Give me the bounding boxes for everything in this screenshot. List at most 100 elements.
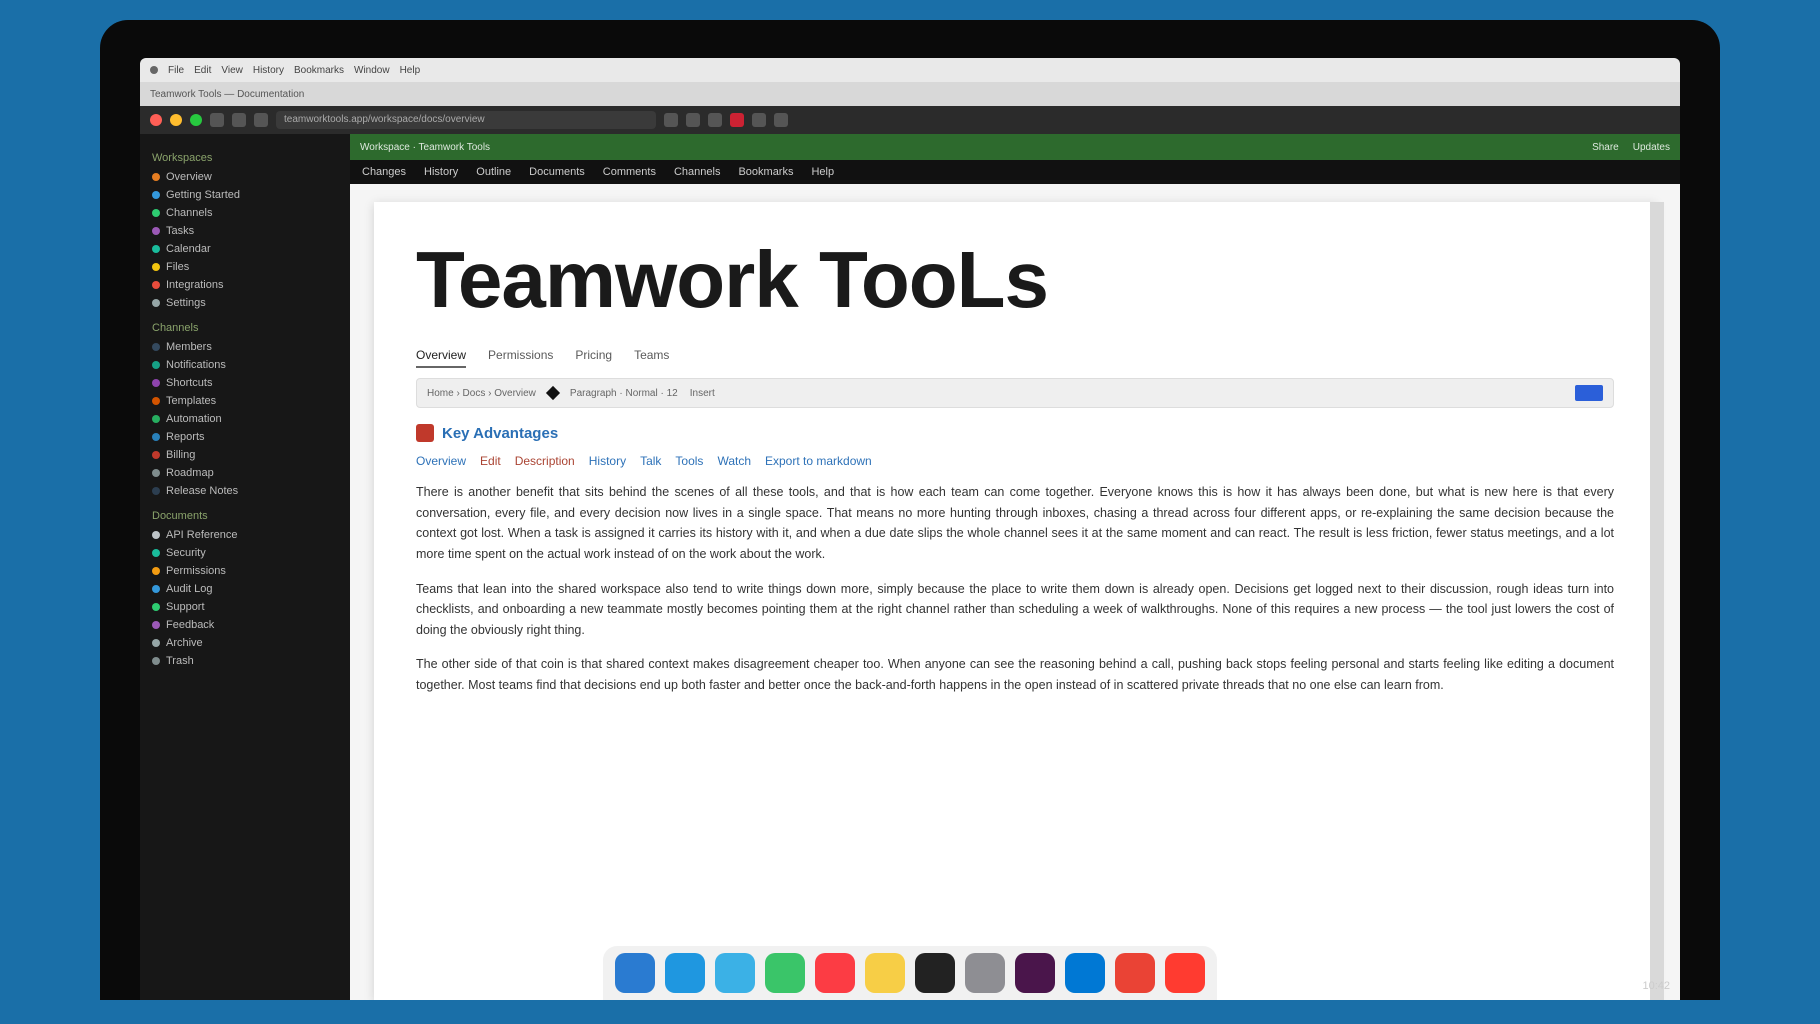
menu-history[interactable]: History: [424, 166, 458, 178]
sidebar-item[interactable]: Shortcuts: [146, 374, 344, 392]
link-description[interactable]: Description: [515, 454, 575, 468]
sidebar-item-label: Feedback: [166, 619, 214, 631]
sidebar-item[interactable]: Notifications: [146, 356, 344, 374]
sidebar-bullet-icon: [152, 361, 160, 369]
sidebar-item-label: Release Notes: [166, 485, 238, 497]
os-menu-item[interactable]: Window: [354, 65, 390, 76]
os-menu-item[interactable]: Bookmarks: [294, 65, 344, 76]
link-talk[interactable]: Talk: [640, 454, 661, 468]
page-title: Teamwork TooLs: [416, 234, 1614, 326]
subtab-permissions[interactable]: Permissions: [488, 348, 553, 368]
format-selector[interactable]: Paragraph · Normal · 12: [570, 388, 678, 399]
os-menu-item[interactable]: Help: [400, 65, 421, 76]
menu-icon[interactable]: [774, 113, 788, 127]
menu-help[interactable]: Help: [811, 166, 834, 178]
apple-menu-icon[interactable]: [150, 66, 158, 74]
sidebar-item[interactable]: Templates: [146, 392, 344, 410]
download-icon[interactable]: [708, 113, 722, 127]
sidebar-item[interactable]: Automation: [146, 410, 344, 428]
menu-bookmarks[interactable]: Bookmarks: [738, 166, 793, 178]
os-menu-item[interactable]: File: [168, 65, 184, 76]
link-tools[interactable]: Tools: [675, 454, 703, 468]
menu-outline[interactable]: Outline: [476, 166, 511, 178]
sidebar-item-label: Billing: [166, 449, 195, 461]
diamond-icon: [546, 386, 560, 400]
dock-app-messages[interactable]: [765, 953, 805, 993]
window-close-icon[interactable]: [150, 114, 162, 126]
sidebar-item[interactable]: Archive: [146, 634, 344, 652]
breadcrumb[interactable]: Home › Docs › Overview: [427, 388, 536, 399]
sidebar-item[interactable]: API Reference: [146, 526, 344, 544]
sidebar-item[interactable]: Security: [146, 544, 344, 562]
sidebar-item-label: Getting Started: [166, 189, 240, 201]
share-button[interactable]: Share: [1592, 142, 1619, 153]
sidebar-item[interactable]: Channels: [146, 204, 344, 222]
sidebar-item[interactable]: Members: [146, 338, 344, 356]
primary-action-button[interactable]: [1575, 385, 1603, 401]
os-menu-item[interactable]: Edit: [194, 65, 211, 76]
sidebar-item[interactable]: Getting Started: [146, 186, 344, 204]
insert-button[interactable]: Insert: [690, 388, 715, 399]
sidebar-item[interactable]: Audit Log: [146, 580, 344, 598]
address-bar[interactable]: teamworktools.app/workspace/docs/overvie…: [276, 111, 656, 129]
sidebar-item[interactable]: Feedback: [146, 616, 344, 634]
sidebar-item[interactable]: Trash: [146, 652, 344, 670]
forward-icon[interactable]: [232, 113, 246, 127]
menu-documents[interactable]: Documents: [529, 166, 585, 178]
dock-app-terminal[interactable]: [915, 953, 955, 993]
subtab-teams[interactable]: Teams: [634, 348, 669, 368]
sidebar-bullet-icon: [152, 209, 160, 217]
section-heading: Key Advantages: [416, 424, 1614, 442]
link-edit[interactable]: Edit: [480, 454, 501, 468]
sidebar-group-title: Workspaces: [146, 148, 344, 168]
sidebar-item-label: Channels: [166, 207, 212, 219]
scrollbar[interactable]: [1650, 202, 1664, 1000]
browser-tab[interactable]: Teamwork Tools — Documentation: [150, 89, 304, 100]
sidebar-item[interactable]: Overview: [146, 168, 344, 186]
back-icon[interactable]: [210, 113, 224, 127]
dock-app-finder[interactable]: [615, 953, 655, 993]
link-watch[interactable]: Watch: [717, 454, 751, 468]
sidebar-item[interactable]: Release Notes: [146, 482, 344, 500]
sidebar-item[interactable]: Billing: [146, 446, 344, 464]
dock-app-safari[interactable]: [665, 953, 705, 993]
sidebar-item[interactable]: Roadmap: [146, 464, 344, 482]
sidebar-item[interactable]: Tasks: [146, 222, 344, 240]
profile-icon[interactable]: [752, 113, 766, 127]
dock-app-slack[interactable]: [1015, 953, 1055, 993]
dock-app-vscode[interactable]: [1065, 953, 1105, 993]
sidebar-item[interactable]: Integrations: [146, 276, 344, 294]
sidebar-item[interactable]: Permissions: [146, 562, 344, 580]
subtab-pricing[interactable]: Pricing: [575, 348, 612, 368]
window-zoom-icon[interactable]: [190, 114, 202, 126]
window-minimize-icon[interactable]: [170, 114, 182, 126]
dock-app-notes[interactable]: [865, 953, 905, 993]
subtab-overview[interactable]: Overview: [416, 348, 466, 368]
sidebar-item[interactable]: Support: [146, 598, 344, 616]
dock-app-settings[interactable]: [965, 953, 1005, 993]
dock-app-music[interactable]: [815, 953, 855, 993]
reload-icon[interactable]: [254, 113, 268, 127]
sidebar-item[interactable]: Files: [146, 258, 344, 276]
os-menu-item[interactable]: History: [253, 65, 284, 76]
extensions-icon[interactable]: [664, 113, 678, 127]
os-menubar: File Edit View History Bookmarks Window …: [140, 58, 1680, 82]
menu-channels[interactable]: Channels: [674, 166, 720, 178]
workspace-name[interactable]: Workspace · Teamwork Tools: [360, 142, 490, 153]
menu-changes[interactable]: Changes: [362, 166, 406, 178]
dock-app-browser[interactable]: [1115, 953, 1155, 993]
menu-comments[interactable]: Comments: [603, 166, 656, 178]
sidebar-item-label: Overview: [166, 171, 212, 183]
updates-button[interactable]: Updates: [1633, 142, 1670, 153]
sidebar-item[interactable]: Reports: [146, 428, 344, 446]
dock-app-mail[interactable]: [715, 953, 755, 993]
link-overview[interactable]: Overview: [416, 454, 466, 468]
sidebar-item[interactable]: Calendar: [146, 240, 344, 258]
record-icon[interactable]: [730, 113, 744, 127]
sidebar-item[interactable]: Settings: [146, 294, 344, 312]
dock-app-calendar[interactable]: [1165, 953, 1205, 993]
link-export[interactable]: Export to markdown: [765, 454, 872, 468]
os-menu-item[interactable]: View: [221, 65, 243, 76]
link-history[interactable]: History: [589, 454, 626, 468]
bookmark-icon[interactable]: [686, 113, 700, 127]
